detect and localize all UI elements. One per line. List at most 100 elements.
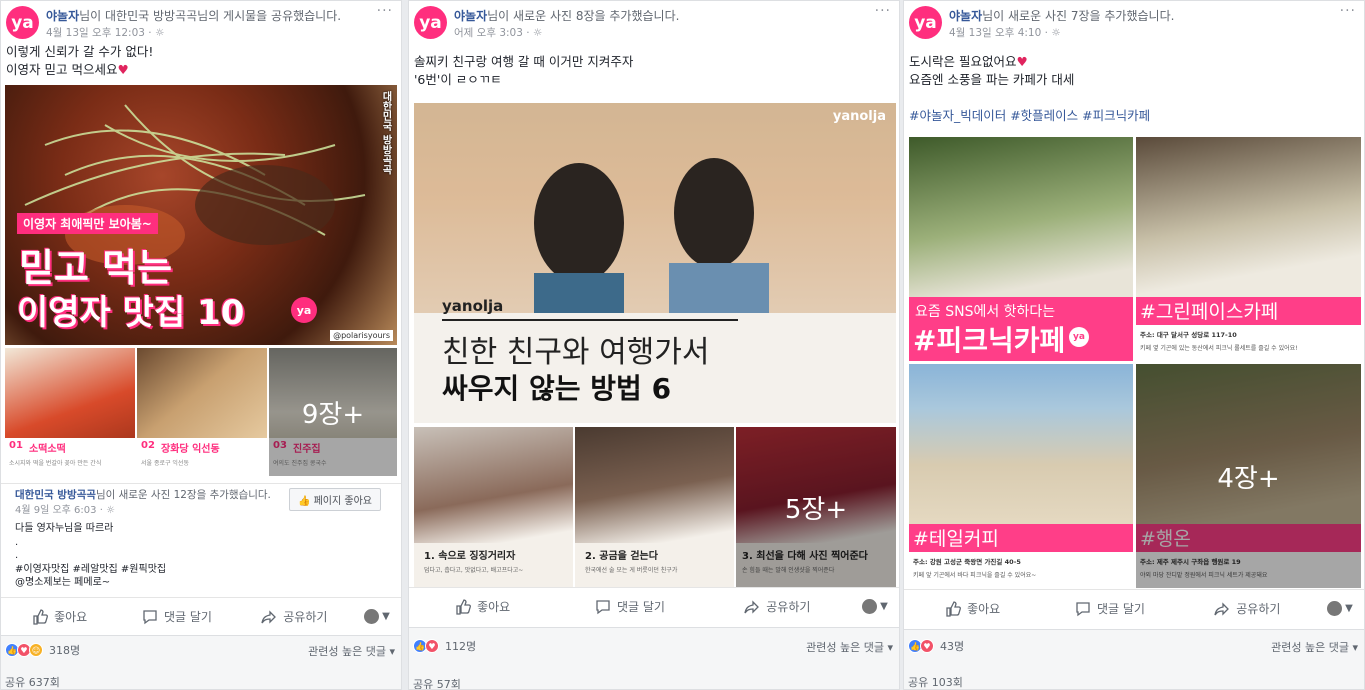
caret-down-icon: ▾ [887,641,893,654]
tile-title: #그린페이스카페 [1136,297,1361,325]
post-headline: 야놀자님이 새로운 사진 7장을 추가했습니다. [949,9,1175,23]
main-photo[interactable]: 대한민국 방방곡곡 이영자 최애픽만 보아봄~ 믿고 먹는 이영자 맛집 10 … [5,85,397,345]
post-timestamp[interactable]: 4월 13일 오후 12:03 · ☼ [46,25,164,40]
comment-icon [596,599,610,614]
pink-banner: 요즘 SNS에서 핫하다는 #피크닉카페 ya [909,297,1133,361]
shared-page-link[interactable]: 대한민국 방방곡곡 [15,489,96,501]
shared-timestamp[interactable]: 4월 9일 오후 6:03 · ☼ [15,501,115,516]
post-header: ya 야놀자님이 대한민국 방방곡곡님의 게시물을 공유했습니다. 4월 13일… [1,1,401,45]
caret-down-icon: ▼ [880,601,888,612]
thumb-photo-1[interactable]: 01 소떡소떡 소시지와 떡을 번갈아 꽂아 만든 간식 [5,348,135,476]
thumb-caption: 2. 공금을 걷는다 [585,551,658,562]
share-count[interactable]: 공유 637회 [5,674,60,689]
post-timestamp[interactable]: 4월 13일 오후 4:10 · ☼ [949,25,1061,40]
share-button[interactable]: 공유하기 [704,598,851,615]
avatar [862,599,878,614]
tile-address: 주소: 대구 달서구 성당로 117-10 [1140,331,1237,339]
share-count[interactable]: 공유 103회 [908,674,963,689]
page-name-link[interactable]: 야놀자 [46,9,79,23]
post-headline: 야놀자님이 대한민국 방방곡곡님의 게시물을 공유했습니다. [46,9,342,23]
tile-tip: 키페 옆 기곤에 있는 동산에서 피크닉 롤세트를 즐길 수 있어요! [1140,345,1298,352]
more-photos-count[interactable]: 9장+ [269,348,397,476]
comment-button[interactable]: 댓글 달기 [556,598,703,615]
action-bar: 좋아요 댓글 달기 공유하기 ▼ [904,589,1364,627]
like-button[interactable]: 좋아요 [904,600,1041,617]
globe-icon: ☼ [532,27,543,39]
picnic-photo-2[interactable]: #그린페이스카페 주소: 대구 달서구 성당로 117-10 키페 옆 기곤에 … [1136,137,1361,361]
headline-1: 친한 친구와 여행가서 [442,335,710,370]
more-icon[interactable]: ··· [875,3,891,19]
share-count[interactable]: 공유 57회 [413,676,461,689]
page-avatar[interactable]: ya [414,6,447,39]
tile-title: #테일커피 [909,524,1133,552]
caret-down-icon: ▼ [1345,603,1353,614]
subtitle-banner: 이영자 최애픽만 보아봄~ [17,213,158,234]
like-page-button[interactable]: 👍 페이지 좋아요 [288,488,381,511]
reactions-summary[interactable]: 👍 ♥ ☺ 318명 [5,642,80,658]
brand-logo-2: yanolja [442,297,504,315]
haha-reaction-icon: ☺ [29,643,43,657]
like-button[interactable]: 좋아요 [409,598,556,615]
comment-icon [143,609,157,624]
main-photo[interactable]: yanolja yanolja 친한 친구와 여행가서 싸우지 않는 방법 6 [414,103,896,423]
post-text: 솔찌키 친구랑 여행 갈 때 이거만 지켜주자 '6번'이 ㄹㅇㄲㅌ [414,54,634,87]
share-button[interactable]: 공유하기 [1179,600,1316,617]
page-avatar[interactable]: ya [6,6,39,39]
reactions-summary[interactable]: 👍 ♥ 43명 [908,638,964,654]
more-icon[interactable]: ··· [377,3,393,19]
post-hashtags[interactable]: #야놀자_빅데이터 #핫플레이스 #피크닉카페 [909,107,1150,125]
thumb-caption-box: 1. 속으로 징징거리자 덥다고, 춥다고, 맛없다고, 배고프다고~ [414,543,573,587]
shared-post: 대한민국 방방곡곡님이 새로운 사진 12장을 추가했습니다. 4월 9일 오후… [1,483,401,595]
post-footer: 👍 ♥ ☺ 318명 관련성 높은 댓글 ▾ 공유 637회 [1,635,401,689]
audience-selector[interactable]: ▼ [851,599,899,614]
thumb-num: 01 [9,440,23,451]
reactions-summary[interactable]: 👍 ♥ 112명 [413,638,476,654]
thumb-note: 덥다고, 춥다고, 맛없다고, 배고프다고~ [424,567,524,574]
globe-icon: ☼ [106,505,116,516]
thumb-caption-box: 01 소떡소떡 소시지와 떡을 번갈아 꽂아 만든 간식 [5,438,135,476]
brand-logo: yanolja [832,109,886,124]
like-button[interactable]: 좋아요 [1,608,118,625]
comment-sort-dropdown[interactable]: 관련성 높은 댓글 ▾ [308,643,395,659]
page-avatar[interactable]: ya [909,6,942,39]
thumb-photo-2[interactable]: 02 장화당 익선동 서울 종로구 익선동 [137,348,267,476]
thumb-icon [456,598,472,615]
comment-sort-dropdown[interactable]: 관련성 높은 댓글 ▾ [806,639,893,655]
heart-icon: ♥ [117,62,129,77]
picnic-photo-1[interactable]: 요즘 SNS에서 핫하다는 #피크닉카페 ya [909,137,1133,361]
thumb-photo-3[interactable]: 3. 최선을 다해 사진 찍어준다 손 힘들 때는 말해 인생샷을 찍어준다 5… [736,427,896,587]
more-photos-count[interactable]: 5장+ [736,427,896,587]
banner-top: 요즘 SNS에서 핫하다는 [915,304,1056,320]
thumb-name: 장화당 익선동 [161,444,220,455]
love-reaction-icon: ♥ [920,639,934,653]
thumb-photo-1[interactable]: 1. 속으로 징징거리자 덥다고, 춥다고, 맛없다고, 배고프다고~ [414,427,573,587]
tile-caption-box: #그린페이스카페 주소: 대구 달서구 성당로 117-10 키페 옆 기곤에 … [1136,297,1361,361]
more-photos-count[interactable]: 4장+ [1136,364,1361,588]
action-bar: 좋아요 댓글 달기 공유하기 ▼ [409,587,899,625]
audience-selector[interactable]: ▼ [353,609,401,624]
comment-sort-dropdown[interactable]: 관련성 높은 댓글 ▾ [1271,639,1358,655]
thumb-photo-2[interactable]: 2. 공금을 걷는다 한국에선 술 모는 게 버릇이던 친구가 [575,427,734,587]
thumb-icon: 👍 [297,496,311,507]
globe-icon: ☼ [1051,27,1061,39]
page-name-link[interactable]: 야놀자 [949,9,982,23]
comment-button[interactable]: 댓글 달기 [118,608,235,625]
ya-badge: ya [1069,327,1089,347]
caret-down-icon: ▾ [1352,641,1358,654]
tile-address: 주소: 강원 고성군 죽왕면 가진길 40-5 [913,558,1021,566]
picnic-photo-3[interactable]: #테일커피 주소: 강원 고성군 죽왕면 가진길 40-5 키페 앞 기곤에서 … [909,364,1133,588]
post-header: ya 야놀자님이 새로운 사진 7장을 추가했습니다. 4월 13일 오후 4:… [904,1,1364,45]
audience-selector[interactable]: ▼ [1316,601,1364,616]
more-icon[interactable]: ··· [1340,3,1356,19]
shared-text: 다들 영자누님을 따르라 . . #이영자맛집 #레알맛집 #원픽맛집 @명소제… [15,523,167,588]
thumb-caption-box: 02 장화당 익선동 서울 종로구 익선동 [137,438,267,476]
comment-button[interactable]: 댓글 달기 [1041,600,1178,617]
thumb-photo-3[interactable]: 03 진주집 여의도 진주집 콩국수 9장+ [269,348,397,476]
picnic-photo-4[interactable]: #행온 주소: 제주 제주시 구좌읍 행원로 19 야외 마당 잔디밭 정원에서… [1136,364,1361,588]
headline-1: 믿고 먹는 [19,246,173,290]
page-name-link[interactable]: 야놀자 [454,9,487,23]
post-timestamp[interactable]: 어제 오후 3:03 · ☼ [454,25,542,40]
share-button[interactable]: 공유하기 [236,608,353,625]
post-footer: 👍 ♥ 112명 관련성 높은 댓글 ▾ 공유 57회 [409,627,899,689]
share-arrow-icon [261,609,277,624]
